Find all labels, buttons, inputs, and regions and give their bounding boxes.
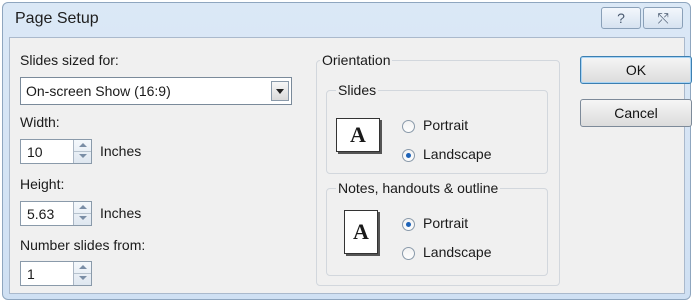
number-slides-from-value: 1 [27, 266, 35, 282]
cancel-button[interactable]: Cancel [580, 99, 692, 127]
notes-landscape-radio[interactable] [402, 247, 415, 260]
number-slides-spin-buttons [73, 262, 91, 285]
height-spinner[interactable]: 5.63 [20, 201, 92, 226]
notes-portrait-radio[interactable] [402, 218, 415, 231]
chevron-down-icon[interactable] [271, 81, 289, 101]
height-unit: Inches [100, 205, 142, 221]
notes-portrait-label[interactable]: Portrait [423, 215, 468, 231]
portrait-page-icon: A [344, 210, 378, 254]
slides-portrait-label[interactable]: Portrait [423, 117, 468, 133]
number-slides-from-spinner[interactable]: 1 [20, 261, 92, 286]
slides-orientation-label: Slides [336, 82, 379, 98]
landscape-page-icon: A [336, 118, 380, 152]
slides-landscape-radio[interactable] [402, 149, 415, 162]
number-slides-from-label: Number slides from: [20, 237, 146, 253]
height-spin-buttons [73, 202, 91, 225]
slides-sized-for-value: On-screen Show (16:9) [26, 83, 171, 99]
height-label: Height: [20, 176, 65, 192]
page-letter: A [350, 122, 366, 147]
width-value: 10 [27, 144, 43, 160]
slides-landscape-label[interactable]: Landscape [423, 146, 492, 162]
slides-sized-for-label: Slides sized for: [20, 52, 119, 68]
title-bar: Page Setup ? ⤲ [3, 3, 690, 35]
dialog-title: Page Setup [15, 10, 99, 27]
ok-button[interactable]: OK [580, 56, 692, 84]
orientation-label: Orientation [320, 52, 393, 68]
help-button[interactable]: ? [601, 7, 641, 29]
dialog-body: Slides sized for: On-screen Show (16:9) … [9, 37, 692, 294]
spin-down-icon[interactable] [74, 151, 91, 162]
notes-orientation-label: Notes, handouts & outline [336, 180, 501, 196]
notes-landscape-label[interactable]: Landscape [423, 244, 492, 260]
close-button[interactable]: ⤲ [643, 7, 683, 29]
spin-down-icon[interactable] [74, 273, 91, 284]
page-setup-dialog: Page Setup ? ⤲ Slides sized for: On-scre… [2, 2, 692, 300]
width-label: Width: [20, 114, 60, 130]
width-spin-buttons [73, 140, 91, 163]
spin-down-icon[interactable] [74, 213, 91, 224]
page-letter: A [353, 219, 369, 244]
width-spinner[interactable]: 10 [20, 139, 92, 164]
height-value: 5.63 [27, 206, 55, 222]
slides-sized-for-dropdown[interactable]: On-screen Show (16:9) [20, 77, 292, 105]
slides-portrait-radio[interactable] [402, 120, 415, 133]
width-unit: Inches [100, 143, 142, 159]
help-icon: ? [617, 10, 625, 26]
close-icon: ⤲ [657, 10, 669, 26]
